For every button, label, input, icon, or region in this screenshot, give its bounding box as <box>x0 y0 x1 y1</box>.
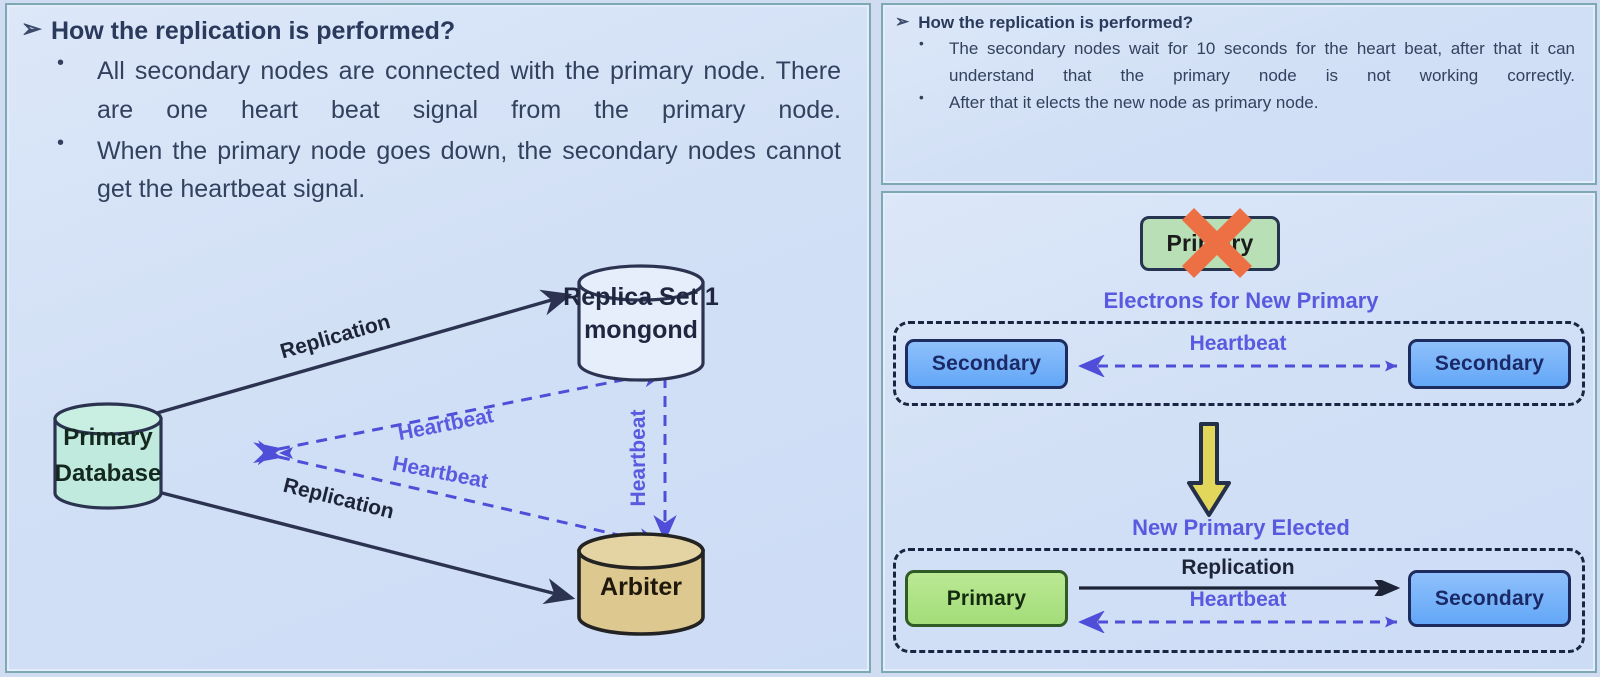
right-slide-bullet-list: • The secondary nodes wait for 10 second… <box>915 36 1575 117</box>
left-slide-heading: ➢ How the replication is performed? <box>21 17 869 46</box>
edge-label-heartbeat-lower: Heartbeat <box>390 452 489 493</box>
elected-heartbeat-label: Heartbeat <box>1189 588 1287 611</box>
slide-stage: ➢ How the replication is performed? • Al… <box>0 0 1600 677</box>
elected-caption: New Primary Elected <box>1132 515 1350 540</box>
list-item: • When the primary node goes down, the s… <box>51 132 841 210</box>
right-top-slide-panel: ➢ How the replication is performed? • Th… <box>881 3 1597 185</box>
arrow-bullet-icon: ➢ <box>895 12 910 31</box>
left-slide-bullet-list: • All secondary nodes are connected with… <box>51 52 841 209</box>
list-item: • After that it elects the new node as p… <box>915 90 1575 117</box>
arrow-bullet-icon: ➢ <box>21 15 42 43</box>
edge-label-heartbeat-vertical: Heartbeat <box>627 410 650 507</box>
right-slide-heading-text: How the replication is performed? <box>918 13 1194 32</box>
election-caption: Electrons for New Primary <box>1103 288 1379 313</box>
elected-replication-label: Replication <box>1181 556 1295 579</box>
elected-heartbeat-link <box>1078 611 1397 633</box>
election-secondary-right-node: Secondary <box>1408 339 1571 389</box>
election-secondary-right-label: Secondary <box>1434 352 1545 375</box>
bullet-dot-icon: • <box>57 52 65 74</box>
down-arrow-icon <box>1187 422 1231 517</box>
bullet-dot-icon: • <box>57 131 65 154</box>
election-heartbeat-link <box>1078 355 1397 377</box>
edge-replication-top <box>156 289 573 415</box>
list-item: • The secondary nodes wait for 10 second… <box>915 36 1575 90</box>
right-slide-heading: ➢ How the replication is performed? <box>895 13 1595 33</box>
replication-topology-diagram: Replica Set 1 mongond Primary Database A… <box>53 264 719 636</box>
bullet-dot-icon: • <box>919 36 924 51</box>
elected-secondary-label: Secondary <box>1434 586 1545 610</box>
elected-primary-node: Primary <box>905 570 1068 627</box>
election-heartbeat-label: Heartbeat <box>1189 332 1287 355</box>
node-primary-database-label-line2: Database <box>55 460 162 487</box>
right-bottom-slide-panel: Primary Electrons for New Primary Second… <box>881 191 1597 673</box>
edge-label-replication-top: Replication <box>278 310 393 363</box>
x-cross-icon <box>1181 207 1253 279</box>
node-arbiter-label: Arbiter <box>600 573 682 601</box>
list-item-text: After that it elects the new node as pri… <box>949 92 1319 112</box>
left-slide-heading-text: How the replication is performed? <box>50 17 456 45</box>
election-secondary-left-label: Secondary <box>931 352 1042 375</box>
node-primary-database-label-line1: Primary <box>63 424 153 451</box>
list-item-text: The secondary nodes wait for 10 seconds … <box>949 39 1575 85</box>
elected-primary-label: Primary <box>946 586 1027 610</box>
list-item: • All secondary nodes are connected with… <box>51 52 841 130</box>
list-item-text: When the primary node goes down, the sec… <box>97 136 841 204</box>
edge-label-heartbeat-upper: Heartbeat <box>396 404 495 445</box>
elected-secondary-node: Secondary <box>1408 570 1571 627</box>
node-primary-database <box>53 402 163 510</box>
left-slide-panel: ➢ How the replication is performed? • Al… <box>5 3 871 673</box>
node-replica-set-1-label-line2: mongond <box>584 316 698 344</box>
node-replica-set-1-label-line1: Replica Set 1 <box>563 283 719 311</box>
list-item-text: All secondary nodes are connected with t… <box>97 57 841 124</box>
bullet-dot-icon: • <box>919 89 924 105</box>
election-secondary-left-node: Secondary <box>905 339 1068 389</box>
